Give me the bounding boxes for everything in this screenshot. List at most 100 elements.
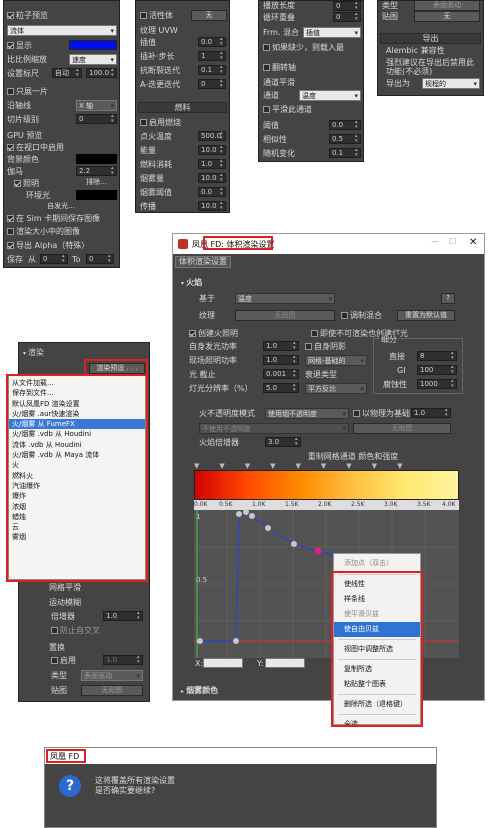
slice-level-spinner[interactable]: 0: [76, 114, 117, 124]
jitter-spinner[interactable]: 1: [198, 51, 226, 61]
phys-row[interactable]: 以物理为基础: [353, 409, 410, 419]
anti-spinner[interactable]: 0.1: [198, 65, 226, 75]
texture-button[interactable]: 无贴图: [235, 310, 335, 321]
fire-multiplier-spinner[interactable]: 3.0: [265, 437, 301, 447]
displace-type-dropdown[interactable]: 表面驱动: [81, 670, 143, 681]
ratio-dropdown[interactable]: 速度: [69, 54, 117, 65]
gpu-enable-checkbox[interactable]: [7, 144, 14, 151]
fire-section-title[interactable]: ▾ 火焰: [181, 278, 202, 289]
lod-spinner[interactable]: 5.0: [263, 383, 299, 393]
displace-amount-spinner[interactable]: 1.0: [103, 655, 143, 665]
if-missing-row[interactable]: 如果缺少，则载入最: [263, 43, 344, 53]
shadow-sub-spinner[interactable]: 1000: [417, 379, 457, 389]
x-coord-input[interactable]: [203, 658, 243, 668]
particle-mode-dropdown[interactable]: 流体: [7, 25, 117, 36]
block-light-checkbox[interactable]: [311, 330, 318, 337]
show-checkbox[interactable]: [7, 42, 14, 49]
axis-dropdown[interactable]: X 轴: [76, 100, 117, 111]
phys-spinner[interactable]: 1.0: [411, 408, 451, 418]
play-length-spinner[interactable]: 0: [333, 1, 361, 11]
y-coord-input[interactable]: [265, 658, 305, 668]
export-alpha-row[interactable]: 导出 Alpha（特殊）: [7, 241, 89, 251]
auto-light-button[interactable]: 自发光...: [26, 202, 96, 213]
from-spinner[interactable]: 0: [40, 254, 68, 264]
grid-based-dropdown[interactable]: 网格-基础的: [305, 355, 367, 366]
phys-checkbox[interactable]: [353, 410, 360, 417]
prevent-row[interactable]: 防止自交叉: [51, 626, 100, 636]
active-checkbox[interactable]: [140, 12, 147, 19]
enable-fuel-row[interactable]: 启用燃烧: [140, 118, 181, 128]
mod-mix-checkbox[interactable]: [341, 312, 348, 319]
flip-axis-checkbox[interactable]: [263, 64, 270, 71]
smoke-amount-spinner[interactable]: 10.0: [198, 173, 226, 183]
power-spinner[interactable]: 1.0: [263, 341, 299, 351]
save-sim-checkbox[interactable]: [7, 215, 14, 222]
flip-row[interactable]: 翻转轴: [263, 63, 296, 73]
channel-dropdown[interactable]: 温度: [299, 90, 361, 101]
type-button[interactable]: 表面驱动: [414, 1, 480, 11]
show-color-swatch[interactable]: [69, 40, 117, 50]
prevent-checkbox[interactable]: [51, 627, 58, 634]
bg-color-swatch[interactable]: [76, 154, 117, 164]
enable-fuel-checkbox[interactable]: [140, 119, 147, 126]
opacity-mode-dropdown[interactable]: 使用烟不透明度: [265, 408, 349, 419]
close-icon[interactable]: ✕: [469, 237, 477, 248]
fuel-rollout-header[interactable]: 燃料: [138, 102, 227, 113]
blend-spinner[interactable]: 0.0: [198, 37, 226, 47]
exclude-button[interactable]: 排除...: [76, 178, 117, 189]
gi-spinner[interactable]: 100: [417, 365, 457, 375]
render-viewport-row[interactable]: 渲染大小中的图像: [7, 227, 80, 237]
smooth-channel-checkbox[interactable]: [263, 106, 270, 113]
one-frame-checkbox[interactable]: [7, 88, 14, 95]
ignition-spinner[interactable]: 500.0: [198, 131, 226, 141]
gamma-spinner[interactable]: 2.2: [76, 166, 117, 176]
direct-spinner[interactable]: 8: [417, 351, 457, 361]
help-button[interactable]: ?: [441, 293, 455, 304]
particle-preview-row[interactable]: 粒子预览: [7, 11, 48, 21]
tab-volume-settings[interactable]: 体积渲染设置: [175, 256, 231, 268]
smoke-color-section[interactable]: ▸ 烟雾颜色: [181, 686, 218, 697]
light-cut-spinner[interactable]: 0.001: [263, 369, 299, 379]
mod-mix-row[interactable]: 调制混合: [341, 311, 382, 321]
active-row[interactable]: 活性体: [140, 11, 173, 21]
one-frame-row[interactable]: 只展一片: [7, 87, 48, 97]
set-scale-value[interactable]: 100.0: [86, 68, 117, 78]
if-missing-checkbox[interactable]: [263, 44, 270, 51]
map-button[interactable]: 无: [414, 11, 480, 22]
displace-map-button[interactable]: 无贴图: [81, 685, 143, 696]
create-light-row[interactable]: 创建火照明: [189, 329, 238, 339]
export-as-dropdown[interactable]: 规程的: [422, 78, 480, 89]
energy-spinner[interactable]: 10.0: [198, 145, 226, 155]
maximize-icon[interactable]: ☐: [449, 237, 456, 246]
smoke-threshold-spinner[interactable]: 0.0: [198, 187, 226, 197]
shadow-row[interactable]: 自身阴影: [305, 342, 346, 352]
random-spinner[interactable]: 0.1: [329, 148, 361, 158]
opacity-map-button[interactable]: 无贴图: [353, 423, 451, 434]
lighting-row[interactable]: 照明: [14, 179, 39, 189]
smooth-channel-row[interactable]: 平滑此通道: [263, 105, 312, 115]
base-dropdown[interactable]: 温度: [235, 293, 335, 304]
a-iter-spinner[interactable]: 0: [198, 79, 226, 89]
color-gradient-bar[interactable]: [194, 470, 459, 500]
expand-spinner[interactable]: 10.0: [198, 201, 226, 211]
shadow-checkbox[interactable]: [305, 343, 312, 350]
gpu-enable-row[interactable]: 在视口中启用: [7, 143, 64, 153]
create-light-checkbox[interactable]: [189, 330, 196, 337]
threshold-spinner[interactable]: 0.0: [329, 120, 361, 130]
similarity-spinner[interactable]: 0.5: [329, 134, 361, 144]
export-alpha-checkbox[interactable]: [7, 242, 14, 249]
set-scale-mode[interactable]: 自动: [52, 68, 82, 78]
reset-defaults-button[interactable]: 重置为默认值: [397, 310, 455, 321]
render-viewport-checkbox[interactable]: [7, 228, 14, 235]
enable-displace-checkbox[interactable]: [51, 657, 58, 664]
particle-preview-checkbox[interactable]: [7, 12, 14, 19]
env-light-swatch[interactable]: [76, 190, 117, 200]
show-row[interactable]: 显示: [7, 41, 32, 51]
export-rollout-header[interactable]: 导出: [380, 33, 481, 44]
ctx-add-point[interactable]: 添加点（双击）: [334, 555, 420, 572]
loop-spinner[interactable]: 0: [333, 12, 361, 22]
lighting-checkbox[interactable]: [14, 180, 21, 187]
scene-power-spinner[interactable]: 1.0: [263, 355, 299, 365]
enable-displace-row[interactable]: 启用: [51, 656, 76, 666]
to-spinner[interactable]: 0: [86, 254, 114, 264]
